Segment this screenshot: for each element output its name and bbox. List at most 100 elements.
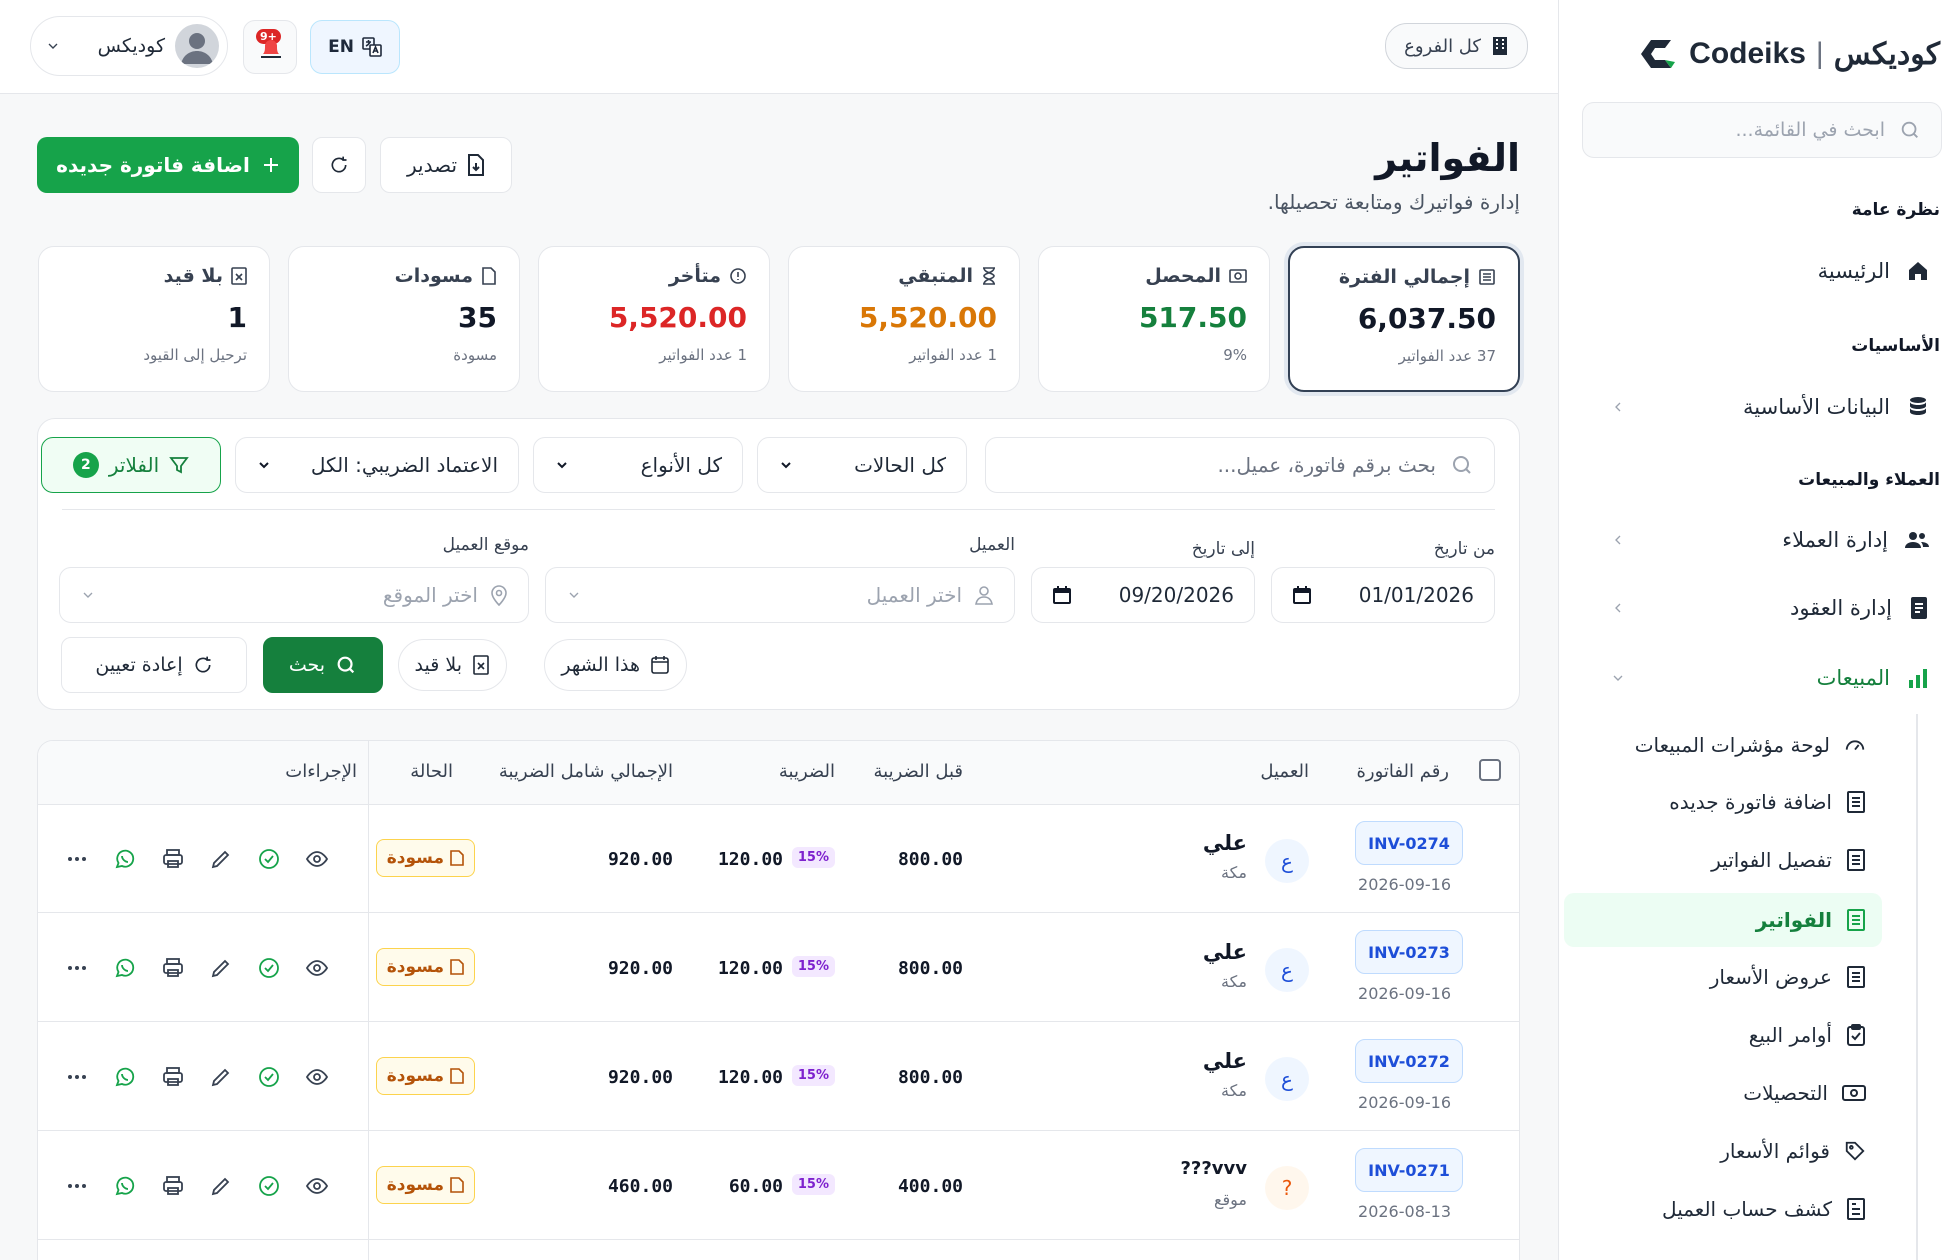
- stat-card-drafts[interactable]: مسودات 35 مسودة: [288, 246, 520, 392]
- stat-label: المحصل: [1145, 265, 1221, 287]
- approve-action[interactable]: [257, 847, 281, 871]
- approve-action[interactable]: [257, 956, 281, 980]
- view-action[interactable]: [305, 956, 329, 980]
- add-invoice-button[interactable]: اضافة فاتورة جديده: [37, 137, 299, 193]
- file-icon: [450, 850, 464, 866]
- language-toggle[interactable]: EN: [310, 20, 400, 74]
- view-action[interactable]: [305, 1065, 329, 1089]
- notifications-button[interactable]: +9: [243, 20, 297, 74]
- sidebar-subitem-label: كشف حساب العميل: [1662, 1197, 1832, 1221]
- print-action[interactable]: [161, 1065, 185, 1089]
- stat-card-no-entry[interactable]: بلا قيد 1 ترحيل إلى القيود: [38, 246, 270, 392]
- approve-action[interactable]: [257, 1065, 281, 1089]
- whatsapp-action[interactable]: [113, 1065, 137, 1089]
- edit-action[interactable]: [209, 1174, 233, 1198]
- brand-name-en: Codeiks: [1689, 37, 1806, 70]
- whatsapp-action[interactable]: [113, 956, 137, 980]
- print-action[interactable]: [161, 847, 185, 871]
- hourglass-icon: [981, 267, 997, 285]
- filters-toggle-button[interactable]: الفلاتر 2: [41, 437, 221, 493]
- sidebar-item-label: الرئيسية: [1817, 259, 1890, 283]
- search-button[interactable]: بحث: [263, 637, 383, 693]
- sidebar-subitem-price-lists[interactable]: قوائم الأسعار: [1564, 1124, 1882, 1178]
- stat-card-period-total[interactable]: إجمالي الفترة 6,037.50 37 عدد الفواتير: [1288, 246, 1520, 392]
- sidebar-item-sales[interactable]: المبيعات: [1600, 652, 1940, 704]
- this-month-button[interactable]: هذا الشهر: [544, 639, 687, 691]
- refresh-button[interactable]: [312, 137, 366, 193]
- from-date-value: 01/01/2026: [1358, 583, 1474, 607]
- export-button[interactable]: تصدير: [380, 137, 512, 193]
- more-actions[interactable]: [65, 1174, 89, 1198]
- customer-avatar: ع: [1265, 839, 1309, 883]
- stat-card-collected[interactable]: المحصل 517.50 9%: [1038, 246, 1270, 392]
- more-actions[interactable]: [65, 847, 89, 871]
- header-status[interactable]: الحالة: [410, 761, 453, 782]
- edit-action[interactable]: [209, 956, 233, 980]
- tax-approval-select[interactable]: الاعتماد الضريبي: الكل: [235, 437, 519, 493]
- edit-action[interactable]: [209, 1065, 233, 1089]
- header-before-tax[interactable]: قبل الضريبة: [873, 761, 963, 782]
- print-action[interactable]: [161, 1174, 185, 1198]
- select-all-checkbox[interactable]: [1479, 759, 1501, 781]
- stat-card-overdue[interactable]: متأخر 5,520.00 1 عدد الفواتير: [538, 246, 770, 392]
- file-icon: [450, 1068, 464, 1084]
- sidebar-subitem-sales-dashboard[interactable]: لوحة مؤشرات المبيعات: [1564, 718, 1882, 772]
- table-row[interactable]: INV-0274 2026-09-16 ع علي مكة 800.00 15%…: [38, 805, 1519, 913]
- tag-icon: [1844, 1140, 1866, 1162]
- edit-action[interactable]: [209, 847, 233, 871]
- sidebar-subitem-add-invoice[interactable]: اضافة فاتورة جديده: [1564, 775, 1882, 829]
- sidebar-subitem-invoice-details[interactable]: تفصيل الفواتير: [1564, 833, 1882, 887]
- sidebar-subitem-invoices[interactable]: الفواتير: [1564, 893, 1882, 947]
- stat-card-remaining[interactable]: المتبقي 5,520.00 1 عدد الفواتير: [788, 246, 1020, 392]
- status-select[interactable]: كل الحالات: [757, 437, 967, 493]
- sidebar-subitem-customer-statement[interactable]: كشف حساب العميل: [1564, 1182, 1882, 1236]
- sidebar-subitem-collections[interactable]: التحصيلات: [1564, 1066, 1882, 1120]
- reset-button[interactable]: إعادة تعيين: [61, 637, 247, 693]
- more-actions[interactable]: [65, 1065, 89, 1089]
- chevron-left-icon: [1610, 532, 1626, 548]
- chevron-down-icon: [80, 587, 96, 603]
- sidebar-subitem-quotations[interactable]: عروض الأسعار: [1564, 950, 1882, 1004]
- table-header: رقم الفاتورة العميل قبل الضريبة الضريبة …: [38, 741, 1519, 805]
- user-menu[interactable]: كوديكس: [30, 16, 228, 76]
- table-row[interactable]: INV-0273 2026-09-16 ع علي مكة 800.00 15%…: [38, 914, 1519, 1022]
- header-invoice-no[interactable]: رقم الفاتورة: [1356, 761, 1449, 782]
- more-actions[interactable]: [65, 956, 89, 980]
- header-total[interactable]: الإجمالي شامل الضريبة: [499, 761, 673, 782]
- sidebar-search-input[interactable]: [1603, 119, 1885, 141]
- tax-rate-badge: 15%: [791, 1174, 835, 1195]
- whatsapp-action[interactable]: [113, 847, 137, 871]
- invoice-date: 2026-08-13: [1358, 1202, 1451, 1221]
- type-select[interactable]: كل الأنواع: [533, 437, 743, 493]
- customer-name: علي: [1202, 940, 1247, 964]
- header-tax[interactable]: الضريبة: [779, 761, 835, 782]
- invoice-number-badge[interactable]: INV-0271: [1355, 1148, 1463, 1192]
- location-select[interactable]: اختر الموقع: [59, 567, 529, 623]
- sidebar-item-contracts[interactable]: إدارة العقود: [1600, 582, 1940, 634]
- invoice-number-badge[interactable]: INV-0272: [1355, 1039, 1463, 1083]
- customer-select[interactable]: اختر العميل: [545, 567, 1015, 623]
- chevron-left-icon: [1610, 600, 1626, 616]
- from-date-input[interactable]: 01/01/2026: [1271, 567, 1495, 623]
- sidebar-search[interactable]: [1582, 102, 1942, 158]
- approve-action[interactable]: [257, 1174, 281, 1198]
- invoice-search-field[interactable]: بحث برقم فاتورة، عميل...: [985, 437, 1495, 493]
- view-action[interactable]: [305, 847, 329, 871]
- invoice-number-badge[interactable]: INV-0273: [1355, 930, 1463, 974]
- whatsapp-action[interactable]: [113, 1174, 137, 1198]
- invoice-number-badge[interactable]: INV-0274: [1355, 821, 1463, 865]
- table-row[interactable]: INV-0271 2026-08-13 ? vvv??? موقع 400.00…: [38, 1132, 1519, 1240]
- sidebar-item-home[interactable]: الرئيسية: [1600, 245, 1940, 297]
- no-entry-button[interactable]: بلا قيد: [397, 639, 507, 691]
- branch-selector[interactable]: كل الفروع: [1385, 23, 1528, 69]
- sidebar-item-customers[interactable]: إدارة العملاء: [1600, 514, 1940, 566]
- sidebar-subitem-sales-orders[interactable]: أوامر البيع: [1564, 1008, 1882, 1062]
- sidebar-item-basic-data[interactable]: البيانات الأساسية: [1600, 381, 1940, 433]
- table-row[interactable]: INV-0272 2026-09-16 ع علي مكة 800.00 15%…: [38, 1023, 1519, 1131]
- to-date-input[interactable]: 09/20/2026: [1031, 567, 1255, 623]
- brand-logo[interactable]: Codeiks | كوديكس: [1635, 28, 1940, 80]
- header-customer[interactable]: العميل: [1260, 761, 1309, 782]
- view-action[interactable]: [305, 1174, 329, 1198]
- chevron-left-icon: [1610, 399, 1626, 415]
- print-action[interactable]: [161, 956, 185, 980]
